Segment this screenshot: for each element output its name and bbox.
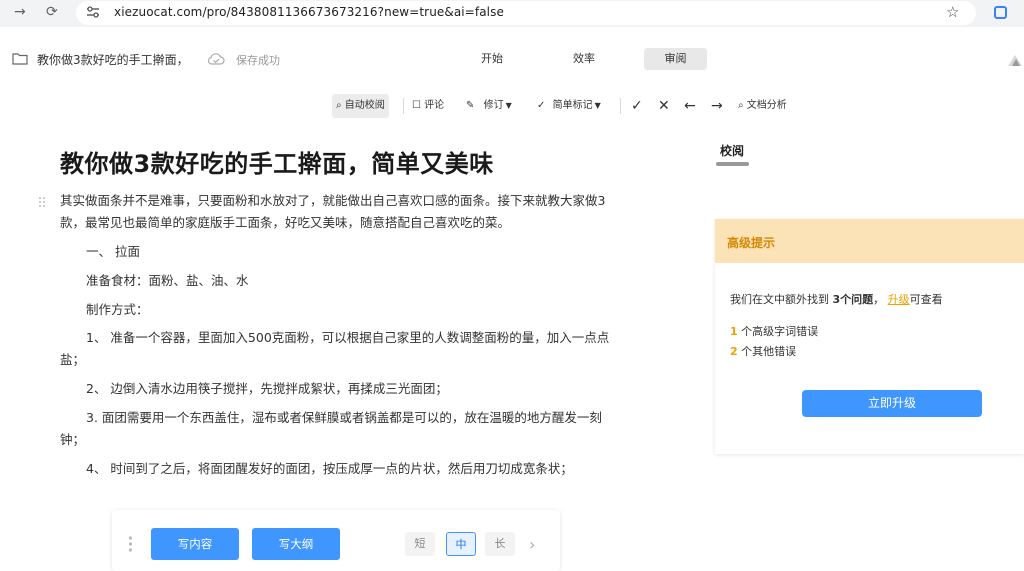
- reject-icon[interactable]: ✕: [658, 94, 670, 118]
- paragraph[interactable]: 1、 准备一个容器，里面加入500克面粉，可以根据自己家里的人数调整面粉的量，加…: [60, 327, 616, 371]
- issue-count: 3个问题: [832, 293, 874, 306]
- paragraph[interactable]: 4、 时间到了之后，将面团醒发好的面团，按压成厚一点的片状，然后用刀切成宽条状；: [60, 458, 616, 480]
- length-medium-option[interactable]: 中: [446, 532, 476, 556]
- premium-tip-card: 高级提示 我们在文中额外找到 3个问题， 升级可查看 1 个高级字词错误 2 个…: [715, 219, 1024, 454]
- drag-handle-icon[interactable]: [128, 536, 133, 552]
- ai-writing-bar: 写内容 写大纲 短 中 长 ›: [112, 510, 560, 571]
- search-icon: ⌕: [738, 100, 744, 111]
- upgrade-now-button[interactable]: 立即升级: [802, 390, 982, 417]
- extension-icon[interactable]: [994, 6, 1007, 19]
- edit-icon: ✎: [466, 100, 475, 111]
- comment-label: 评论: [424, 100, 445, 111]
- accept-icon[interactable]: ✓: [631, 94, 643, 118]
- paragraph[interactable]: 其实做面条并不是难事，只要面粉和水放对了，就能做出自己喜欢口感的面条。接下来就教…: [60, 190, 616, 234]
- prev-change-icon[interactable]: ←: [684, 94, 696, 118]
- write-content-button[interactable]: 写内容: [151, 528, 239, 560]
- save-status: 保存成功: [236, 54, 280, 67]
- tab-efficiency[interactable]: 效率: [562, 48, 606, 70]
- comment-button[interactable]: ☐ 评论: [412, 94, 444, 118]
- search-doc-icon: ⌕: [336, 100, 342, 111]
- issue-text: 个高级字词错误: [741, 325, 819, 338]
- paragraph[interactable]: 准备食材：面粉、盐、油、水: [60, 270, 616, 292]
- panel-tab-indicator: [716, 162, 749, 166]
- markup-dropdown[interactable]: ✓ 简单标记 ▼: [537, 94, 601, 118]
- caret-down-icon: ▼: [594, 101, 601, 110]
- comment-icon: ☐: [412, 100, 421, 111]
- revision-dropdown[interactable]: ✎ 修订 ▼: [466, 94, 512, 118]
- folder-icon[interactable]: [12, 52, 28, 65]
- review-toolbar: ⌕ 自动校阅 ☐ 评论 ✎ 修订 ▼ ✓ 简单标记 ▼ ✓ ✕ ← → ⌕ 文档分析: [0, 92, 1024, 120]
- length-long-option[interactable]: 长: [485, 532, 515, 556]
- markup-label: 简单标记: [552, 100, 593, 111]
- forward-icon[interactable]: →: [14, 4, 26, 20]
- toolbar-divider: [403, 98, 404, 114]
- revision-label: 修订: [483, 100, 504, 111]
- issues-summary: 我们在文中额外找到 3个问题， 升级可查看: [730, 291, 943, 307]
- cloud-sync-icon: [207, 53, 225, 65]
- toolbar-divider: [620, 98, 621, 114]
- write-outline-button[interactable]: 写大纲: [252, 528, 340, 560]
- drag-handle-icon[interactable]: [38, 196, 46, 208]
- summary-suffix: 可查看: [909, 293, 943, 306]
- markup-icon: ✓: [537, 100, 546, 111]
- auto-review-label: 自动校阅: [344, 100, 385, 111]
- paragraph[interactable]: 一、 拉面: [60, 241, 616, 263]
- next-change-icon[interactable]: →: [711, 94, 723, 118]
- tab-start[interactable]: 开始: [470, 48, 514, 70]
- issue-line: 1 个高级字词错误: [730, 323, 818, 339]
- panel-tab-review[interactable]: 校阅: [720, 142, 744, 159]
- card-header: 高级提示: [715, 219, 1024, 263]
- length-short-option[interactable]: 短: [405, 532, 435, 556]
- issue-line: 2 个其他错误: [730, 343, 796, 359]
- avatar[interactable]: [1006, 52, 1024, 68]
- card-heading: 高级提示: [727, 236, 776, 250]
- doc-header: 教你做3款好吃的手工擀面， 保存成功 开始 效率 审阅: [0, 40, 1024, 80]
- issue-text: 个其他错误: [741, 345, 797, 358]
- caret-down-icon: ▼: [505, 101, 512, 110]
- doc-analysis-button[interactable]: ⌕ 文档分析: [738, 94, 787, 118]
- tab-review[interactable]: 审阅: [644, 48, 707, 70]
- chevron-right-icon[interactable]: ›: [529, 535, 535, 554]
- upgrade-link[interactable]: 升级: [888, 293, 910, 306]
- issue-number: 1: [730, 325, 738, 338]
- doc-title[interactable]: 教你做3款好吃的手工擀面，: [37, 51, 189, 68]
- issue-number: 2: [730, 345, 738, 358]
- site-settings-icon[interactable]: [86, 6, 100, 18]
- paragraph[interactable]: 3. 面团需要用一个东西盖住，湿布或者保鲜膜或者锅盖都是可以的，放在温暖的地方醒…: [60, 407, 616, 451]
- doc-analysis-label: 文档分析: [746, 100, 787, 111]
- url-text[interactable]: xiezuocat.com/pro/8438081136673673216?ne…: [114, 5, 504, 19]
- summary-sep: ，: [873, 293, 885, 306]
- reload-icon[interactable]: ⟳: [46, 4, 58, 20]
- auto-review-button[interactable]: ⌕ 自动校阅: [332, 94, 389, 118]
- browser-bar: → ⟳ xiezuocat.com/pro/843808113667367321…: [0, 0, 1024, 27]
- paragraph[interactable]: 制作方式：: [60, 299, 616, 321]
- summary-text: 我们在文中额外找到: [730, 293, 829, 306]
- star-icon[interactable]: ☆: [946, 3, 959, 21]
- article-title[interactable]: 教你做3款好吃的手工擀面，简单又美味: [60, 144, 494, 179]
- paragraph[interactable]: 2、 边倒入清水边用筷子搅拌，先搅拌成絮状，再揉成三光面团；: [60, 378, 616, 400]
